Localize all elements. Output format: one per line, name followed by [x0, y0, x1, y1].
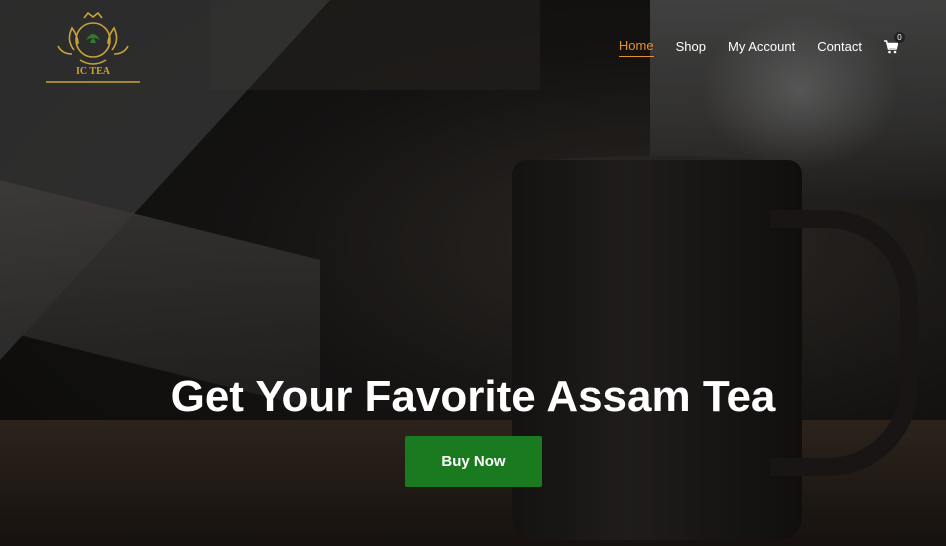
- brand-logo-text: IC TEA: [76, 66, 110, 77]
- nav-item-home[interactable]: Home: [618, 38, 654, 57]
- hero-headline: Get Your Favorite Assam Tea: [170, 372, 776, 421]
- nav-item-my-account[interactable]: My Account: [728, 39, 795, 57]
- brand-logo[interactable]: IC TEA: [44, 10, 142, 86]
- nav-item-contact[interactable]: Contact: [817, 39, 862, 57]
- cart-button[interactable]: 0: [884, 31, 905, 56]
- cart-count-badge: 0: [894, 31, 905, 43]
- buy-now-button[interactable]: Buy Now: [405, 436, 542, 487]
- main-nav: Home Shop My Account Contact 0: [597, 31, 905, 57]
- nav-item-shop[interactable]: Shop: [676, 39, 706, 57]
- hero-section: IC TEA Home Shop My Account Contact 0 Ge…: [0, 0, 946, 546]
